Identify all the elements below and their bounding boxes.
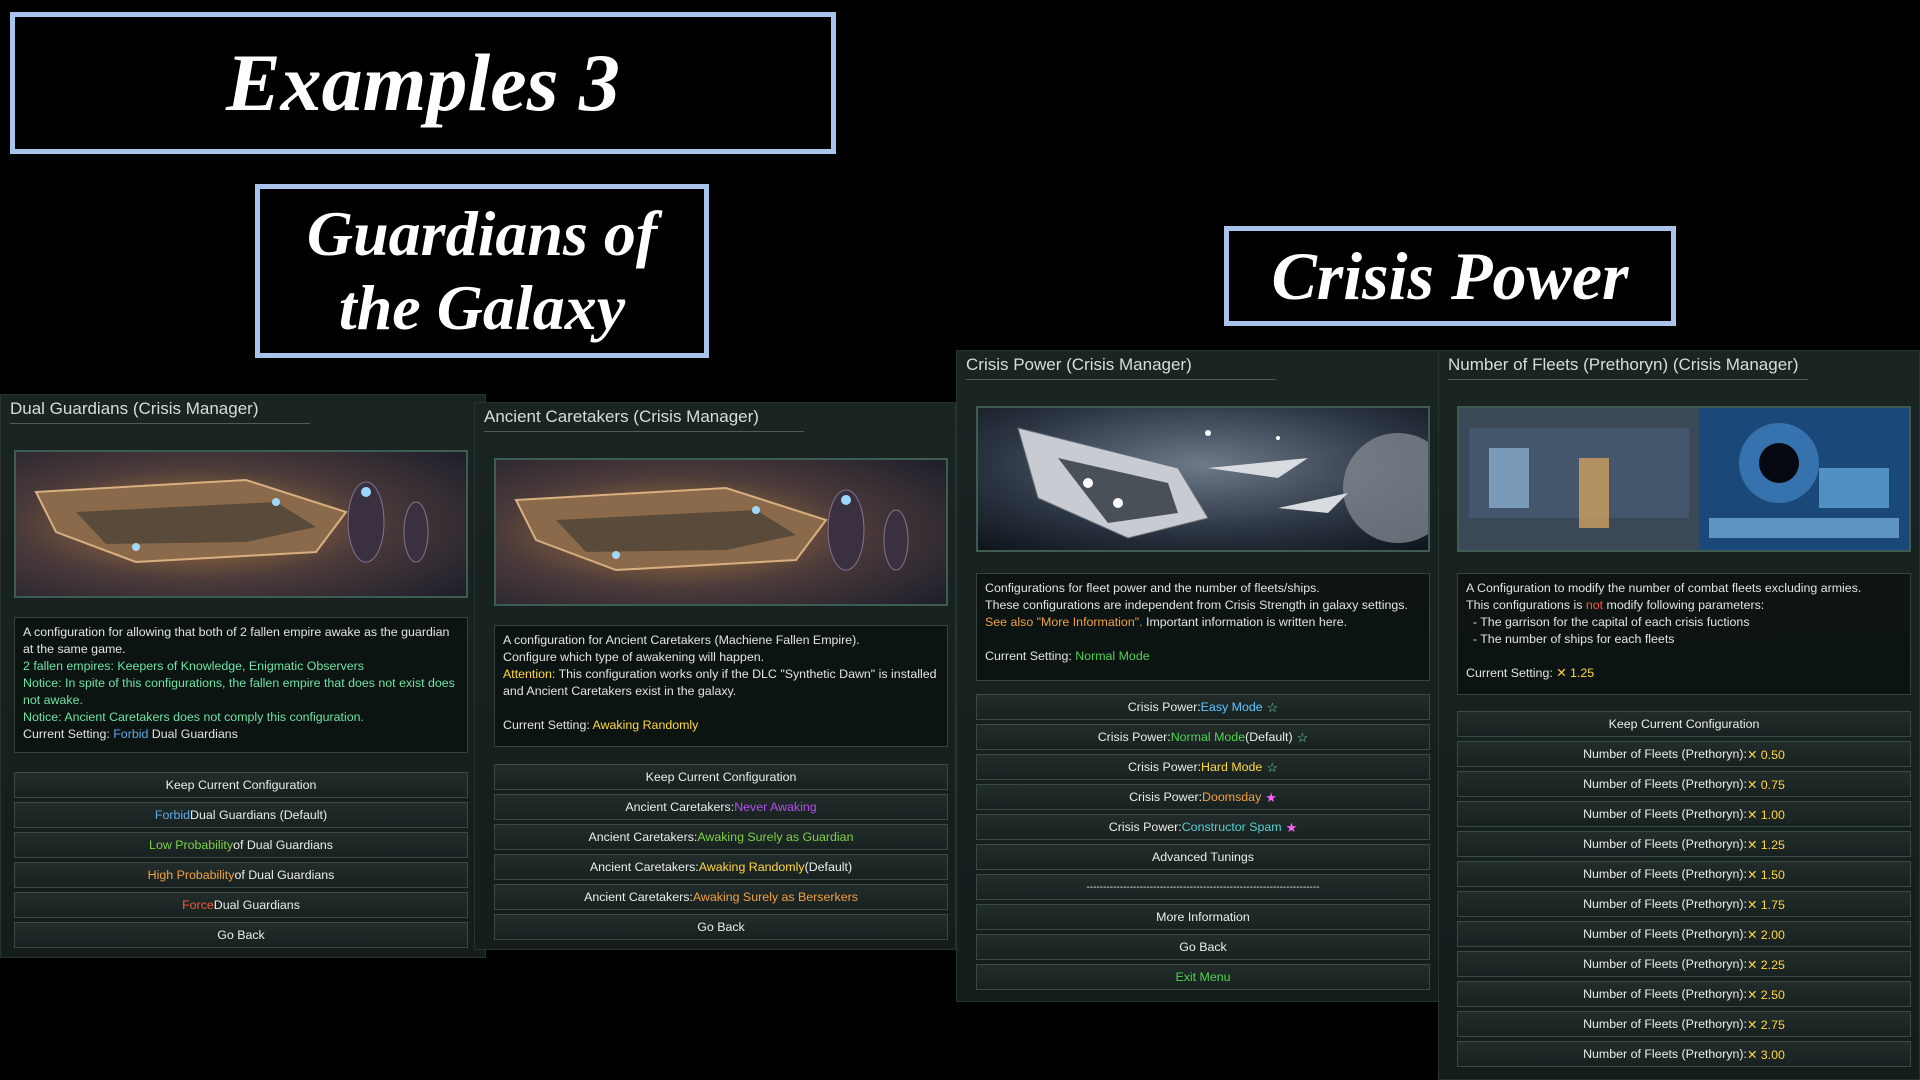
- advanced-tunings-button[interactable]: Advanced Tunings: [976, 844, 1430, 870]
- guardians-title: Guardians of the Galaxy: [255, 184, 709, 358]
- panel-title: Number of Fleets (Prethoryn) (Crisis Man…: [1448, 355, 1799, 374]
- normal-mode-button[interactable]: Crisis Power: Normal Mode (Default) ☆: [976, 724, 1430, 750]
- fleet-multiplier-button[interactable]: Number of Fleets (Prethoryn): ✕ 1.50: [1457, 861, 1911, 887]
- guardian-ship-art: [14, 450, 468, 598]
- description-box: A configuration for allowing that both o…: [14, 617, 468, 753]
- doomsday-button[interactable]: Crisis Power: Doomsday ★: [976, 784, 1430, 810]
- ancient-caretakers-panel: Ancient Caretakers (Crisis Manager) A co…: [474, 402, 956, 950]
- panel-title: Crisis Power (Crisis Manager): [966, 355, 1192, 374]
- high-probability-button[interactable]: High Probability of Dual Guardians: [14, 862, 468, 888]
- fleet-multiplier-button[interactable]: Number of Fleets (Prethoryn): ✕ 1.75: [1457, 891, 1911, 917]
- star-icon: ☆: [1296, 729, 1309, 745]
- fleet-multiplier-button[interactable]: Number of Fleets (Prethoryn): ✕ 1.25: [1457, 831, 1911, 857]
- space-battle-art: [976, 406, 1430, 552]
- fleet-multiplier-button[interactable]: Number of Fleets (Prethoryn): ✕ 2.25: [1457, 951, 1911, 977]
- keep-current-button[interactable]: Keep Current Configuration: [14, 772, 468, 798]
- easy-mode-button[interactable]: Crisis Power: Easy Mode ☆: [976, 694, 1430, 720]
- separator: ----------------------------------------…: [976, 874, 1430, 900]
- caretaker-ship-art: [494, 458, 948, 606]
- forbid-button[interactable]: Forbid Dual Guardians (Default): [14, 802, 468, 828]
- go-back-button[interactable]: Go Back: [494, 914, 948, 940]
- star-icon: ☆: [1266, 699, 1279, 715]
- keep-current-button[interactable]: Keep Current Configuration: [1457, 711, 1911, 737]
- panel-title: Ancient Caretakers (Crisis Manager): [484, 407, 759, 426]
- go-back-button[interactable]: Go Back: [976, 934, 1430, 960]
- more-information-button[interactable]: More Information: [976, 904, 1430, 930]
- description-box: A Configuration to modify the number of …: [1457, 573, 1911, 695]
- never-awaking-button[interactable]: Ancient Caretakers: Never Awaking: [494, 794, 948, 820]
- fleet-multiplier-button[interactable]: Number of Fleets (Prethoryn): ✕ 3.00: [1457, 1041, 1911, 1067]
- fleets-panel: Number of Fleets (Prethoryn) (Crisis Man…: [1438, 350, 1920, 1080]
- fleet-multiplier-button[interactable]: Number of Fleets (Prethoryn): ✕ 0.75: [1457, 771, 1911, 797]
- awaking-berserkers-button[interactable]: Ancient Caretakers: Awaking Surely as Be…: [494, 884, 948, 910]
- go-back-button[interactable]: Go Back: [14, 922, 468, 948]
- description-box: Configurations for fleet power and the n…: [976, 573, 1430, 681]
- description-box: A configuration for Ancient Caretakers (…: [494, 625, 948, 747]
- awaking-randomly-button[interactable]: Ancient Caretakers: Awaking Randomly (De…: [494, 854, 948, 880]
- hard-mode-button[interactable]: Crisis Power: Hard Mode ☆: [976, 754, 1430, 780]
- low-probability-button[interactable]: Low Probability of Dual Guardians: [14, 832, 468, 858]
- fleet-multiplier-button[interactable]: Number of Fleets (Prethoryn): ✕ 2.75: [1457, 1011, 1911, 1037]
- awaking-guardian-button[interactable]: Ancient Caretakers: Awaking Surely as Gu…: [494, 824, 948, 850]
- fleet-multiplier-button[interactable]: Number of Fleets (Prethoryn): ✕ 2.00: [1457, 921, 1911, 947]
- space-station-art: [1457, 406, 1911, 552]
- panel-title: Dual Guardians (Crisis Manager): [10, 399, 259, 418]
- crisis-power-title: Crisis Power: [1224, 226, 1676, 326]
- star-icon: ★: [1265, 789, 1277, 805]
- examples-title: Examples 3: [10, 12, 836, 154]
- crisis-power-panel: Crisis Power (Crisis Manager) Configurat…: [956, 350, 1440, 1002]
- force-button[interactable]: Force Dual Guardians: [14, 892, 468, 918]
- star-icon: ☆: [1266, 759, 1278, 775]
- exit-menu-button[interactable]: Exit Menu: [976, 964, 1430, 990]
- star-icon: ★: [1285, 819, 1298, 835]
- dual-guardians-panel: Dual Guardians (Crisis Manager) A config…: [0, 394, 486, 958]
- fleet-multiplier-button[interactable]: Number of Fleets (Prethoryn): ✕ 2.50: [1457, 981, 1911, 1007]
- keep-current-button[interactable]: Keep Current Configuration: [494, 764, 948, 790]
- fleet-multiplier-button[interactable]: Number of Fleets (Prethoryn): ✕ 1.00: [1457, 801, 1911, 827]
- fleet-multiplier-button[interactable]: Number of Fleets (Prethoryn): ✕ 0.50: [1457, 741, 1911, 767]
- constructor-spam-button[interactable]: Crisis Power: Constructor Spam ★: [976, 814, 1430, 840]
